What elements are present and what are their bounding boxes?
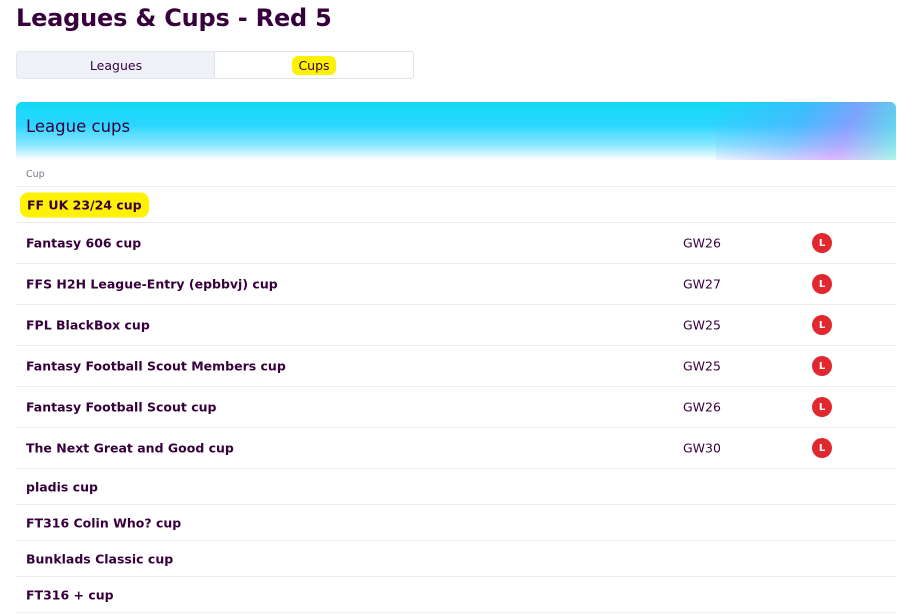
table-row: FPL BlackBox cup GW25 L — [16, 305, 896, 346]
loss-badge: L — [812, 397, 832, 417]
table-row: The Next Great and Good cup GW30 L — [16, 428, 896, 469]
panel-title: League cups — [26, 117, 131, 136]
table-row: FFS H2H League-Entry (epbbvj) cup GW27 L — [16, 264, 896, 305]
cup-gameweek: GW25 — [683, 358, 721, 374]
loss-badge: L — [812, 438, 832, 458]
tab-cups[interactable]: Cups — [215, 52, 413, 78]
loss-badge: L — [812, 315, 832, 335]
table-row: Fantasy 606 cup GW26 L — [16, 223, 896, 264]
column-header-cup: Cup — [26, 169, 45, 180]
cup-link[interactable]: FF UK 23/24 cup — [20, 192, 149, 217]
cup-gameweek: GW30 — [683, 440, 721, 456]
tab-cups-label: Cups — [292, 55, 336, 75]
cup-link[interactable]: FPL BlackBox cup — [26, 318, 150, 333]
table-row: FF UK 23/24 cup — [16, 187, 896, 223]
table-row: Fantasy Football Scout Members cup GW25 … — [16, 346, 896, 387]
cup-link[interactable]: pladis cup — [26, 479, 98, 494]
cup-link[interactable]: Fantasy 606 cup — [26, 236, 141, 251]
table-row: Bunklads Classic cup — [16, 541, 896, 577]
table-row: FT316 Colin Who? cup — [16, 505, 896, 541]
table-row: FT316 + cup — [16, 577, 896, 613]
tab-leagues-label: Leagues — [89, 57, 143, 73]
table-row: pladis cup — [16, 469, 896, 505]
panel-header: League cups — [16, 102, 896, 160]
loss-badge: L — [812, 274, 832, 294]
table-row: Fantasy Football Scout cup GW26 L — [16, 387, 896, 428]
cup-link[interactable]: FT316 Colin Who? cup — [26, 515, 181, 530]
cup-gameweek: GW25 — [683, 317, 721, 333]
cup-link[interactable]: Bunklads Classic cup — [26, 551, 173, 566]
cup-link[interactable]: Fantasy Football Scout cup — [26, 400, 216, 415]
cup-link[interactable]: FT316 + cup — [26, 587, 114, 602]
page-title: Leagues & Cups - Red 5 — [16, 4, 332, 32]
cup-gameweek: GW27 — [683, 276, 721, 292]
tab-leagues[interactable]: Leagues — [17, 52, 215, 78]
loss-badge: L — [812, 356, 832, 376]
cup-link[interactable]: Fantasy Football Scout Members cup — [26, 359, 286, 374]
cup-link[interactable]: FFS H2H League-Entry (epbbvj) cup — [26, 277, 278, 292]
column-header-row: Cup — [16, 160, 896, 187]
loss-badge: L — [812, 233, 832, 253]
cup-link[interactable]: The Next Great and Good cup — [26, 441, 234, 456]
cup-gameweek: GW26 — [683, 235, 721, 251]
cup-gameweek: GW26 — [683, 399, 721, 415]
league-cups-panel: League cups Cup FF UK 23/24 cup Fantasy … — [16, 102, 896, 615]
tab-bar: Leagues Cups — [16, 51, 414, 79]
